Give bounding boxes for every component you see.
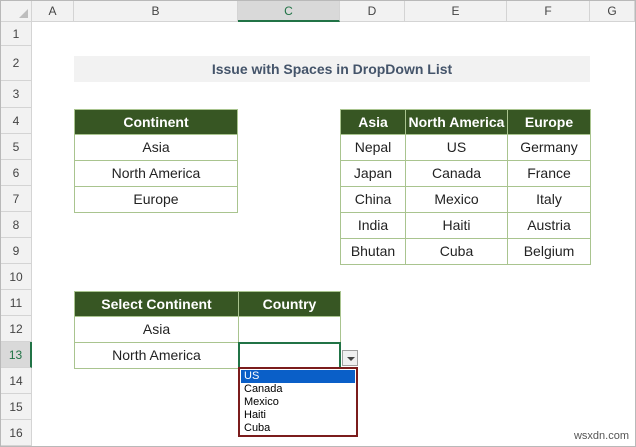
country-header: Country (238, 291, 341, 317)
country-cell[interactable]: Canada (405, 160, 508, 187)
country-cell[interactable]: France (507, 160, 591, 187)
country-cell[interactable]: Japan (340, 160, 406, 187)
column-header-f[interactable]: F (507, 1, 590, 22)
row-header-1[interactable]: 1 (1, 22, 32, 46)
country-table-header: Asia (340, 109, 406, 135)
country-table-header: Europe (507, 109, 591, 135)
country-cell[interactable]: Germany (507, 134, 591, 161)
dropdown-option[interactable]: US (241, 370, 355, 383)
country-cell[interactable]: Bhutan (340, 238, 406, 265)
country-cell[interactable]: China (340, 186, 406, 213)
column-header-e[interactable]: E (405, 1, 507, 22)
country-cell[interactable]: Austria (507, 212, 591, 239)
column-header-b[interactable]: B (74, 1, 238, 22)
row-header-7[interactable]: 7 (1, 186, 32, 212)
spreadsheet: A B C D E F G 1 2 3 4 5 6 7 8 9 10 11 12… (1, 1, 635, 446)
country-cell[interactable]: Cuba (405, 238, 508, 265)
row-header-3[interactable]: 3 (1, 81, 32, 108)
row-header-9[interactable]: 9 (1, 238, 32, 264)
row-header-10[interactable]: 10 (1, 264, 32, 290)
select-continent-cell[interactable]: Asia (74, 316, 239, 343)
watermark: wsxdn.com (573, 430, 629, 442)
country-cell[interactable]: US (405, 134, 508, 161)
active-country-cell[interactable] (238, 342, 341, 369)
row-header-6[interactable]: 6 (1, 160, 32, 186)
continent-cell[interactable]: North America (74, 160, 238, 187)
select-continent-header: Select Continent (74, 291, 239, 317)
country-cell[interactable]: Italy (507, 186, 591, 213)
dropdown-list[interactable]: US Canada Mexico Haiti Cuba (238, 367, 358, 437)
country-table-header: North America (405, 109, 508, 135)
row-header-16[interactable]: 16 (1, 420, 32, 446)
row-header-13[interactable]: 13 (1, 342, 32, 368)
row-header-2[interactable]: 2 (1, 46, 32, 81)
dropdown-option[interactable]: Cuba (241, 422, 355, 435)
dropdown-option[interactable]: Canada (241, 383, 355, 396)
select-all-corner[interactable] (1, 1, 32, 22)
row-header-4[interactable]: 4 (1, 108, 32, 134)
column-header-d[interactable]: D (340, 1, 405, 22)
row-header-11[interactable]: 11 (1, 290, 32, 316)
continent-header: Continent (74, 109, 238, 135)
continent-cell[interactable]: Europe (74, 186, 238, 213)
row-header-5[interactable]: 5 (1, 134, 32, 160)
row-header-8[interactable]: 8 (1, 212, 32, 238)
country-cell[interactable]: Nepal (340, 134, 406, 161)
column-header-c[interactable]: C (238, 1, 340, 22)
page-title: Issue with Spaces in DropDown List (74, 56, 590, 82)
country-cell[interactable]: Mexico (405, 186, 508, 213)
dropdown-option[interactable]: Haiti (241, 409, 355, 422)
country-cell[interactable]: India (340, 212, 406, 239)
row-header-15[interactable]: 15 (1, 394, 32, 420)
select-continent-cell[interactable]: North America (74, 342, 239, 369)
row-header-12[interactable]: 12 (1, 316, 32, 342)
country-select-cell[interactable] (238, 316, 341, 343)
dropdown-option[interactable]: Mexico (241, 396, 355, 409)
row-header-14[interactable]: 14 (1, 368, 32, 394)
dropdown-arrow-icon[interactable] (342, 350, 358, 366)
column-header-a[interactable]: A (32, 1, 74, 22)
column-header-g[interactable]: G (590, 1, 635, 22)
country-cell[interactable]: Haiti (405, 212, 508, 239)
continent-cell[interactable]: Asia (74, 134, 238, 161)
country-cell[interactable]: Belgium (507, 238, 591, 265)
